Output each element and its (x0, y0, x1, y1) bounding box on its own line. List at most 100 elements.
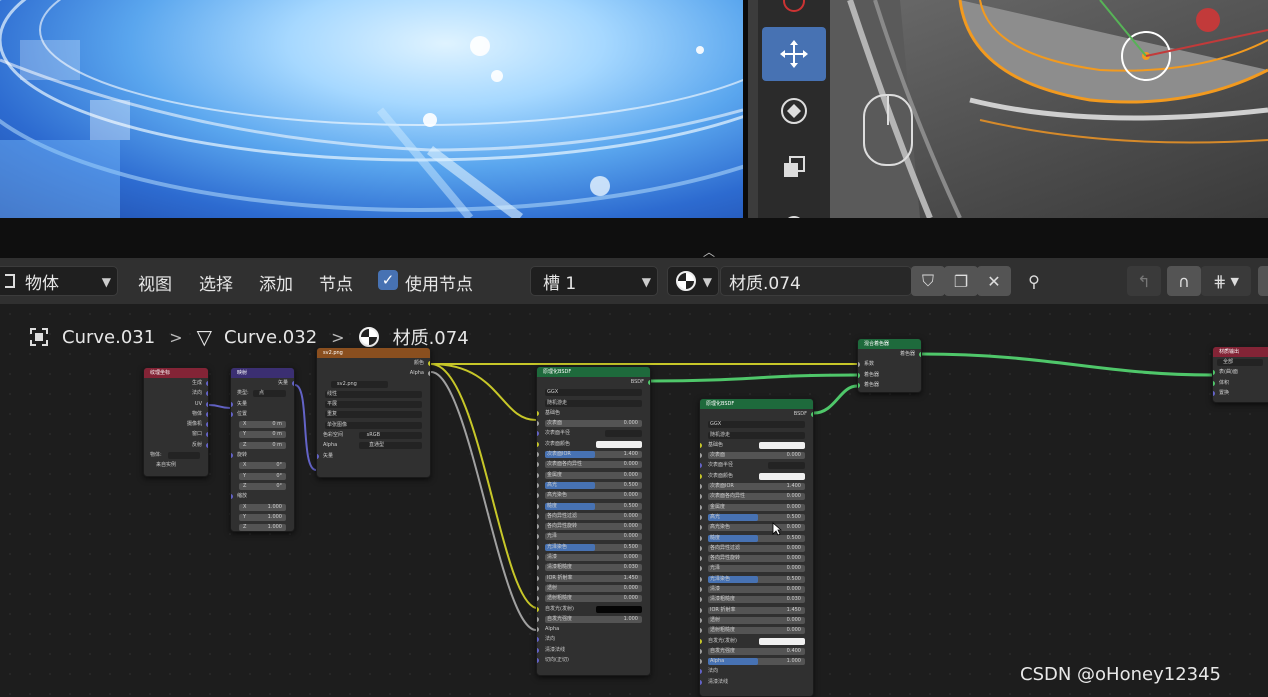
input-socket[interactable] (537, 472, 539, 478)
input-row[interactable]: 次表面各向异性 0.000 (537, 459, 650, 469)
input-socket[interactable] (700, 607, 702, 613)
input-socket[interactable] (700, 597, 702, 603)
snap-toggle-button[interactable]: ∩ (1167, 266, 1201, 296)
input-socket[interactable] (700, 556, 702, 562)
input-socket[interactable] (537, 565, 539, 571)
fake-user-button[interactable]: ⛉ (911, 266, 945, 296)
node-principled-bsdf-1[interactable]: 原理化BSDF BSDF GGX 随机游走 基础色 次表面 0.000 次表面半径 次表… (536, 366, 651, 676)
input-socket[interactable] (700, 638, 702, 644)
input-socket[interactable] (858, 382, 860, 388)
3d-viewport[interactable] (748, 0, 1268, 218)
input-row[interactable]: 各向异性旋转 0.000 (700, 553, 813, 563)
subsurface-method-select[interactable]: 随机游走 (700, 430, 813, 440)
menu-node[interactable]: 节点 (319, 270, 353, 295)
input-row[interactable]: 光泽染色 0.500 (537, 542, 650, 552)
input-socket[interactable] (700, 587, 702, 593)
input-socket[interactable] (537, 503, 539, 509)
snap-mode-select[interactable]: ⋕ ▼ (1201, 266, 1251, 296)
input-row[interactable]: 糙度 0.500 (537, 501, 650, 511)
output-socket[interactable] (206, 391, 208, 397)
input-socket[interactable] (537, 524, 539, 530)
chevron-up-icon[interactable]: ︿ (700, 243, 718, 259)
input-socket[interactable] (1213, 390, 1215, 396)
input-row[interactable]: 基础色 (700, 440, 813, 450)
material-name-field[interactable]: 材质.074 (720, 266, 912, 296)
node-image-texture[interactable]: sv2.png 颜色 Alpha sv2.png 线性 平展 重复 单张图像 色… (316, 347, 431, 478)
node-texture-coordinate[interactable]: 纹理坐标 生成 法向 UV 物体 摄像机 窗口 反射 物体: 来自实例 (143, 367, 209, 477)
input-socket[interactable] (700, 473, 702, 479)
parent-node-tree-button[interactable]: ↰ (1127, 266, 1161, 296)
distribution-select[interactable]: GGX (700, 419, 813, 429)
target-select[interactable]: 全部 (1213, 357, 1268, 367)
output-socket[interactable] (428, 361, 430, 366)
slot-select[interactable]: 槽 1 ▼ (530, 266, 658, 296)
input-socket[interactable] (537, 616, 539, 622)
input-row[interactable]: 次表面IOR 1.400 (700, 481, 813, 491)
value-field[interactable]: X 0° (231, 460, 294, 470)
color-swatch[interactable] (595, 605, 642, 613)
tool-transform[interactable] (762, 196, 826, 218)
alpha-mode-select[interactable]: Alpha 直通型 (317, 440, 430, 450)
input-socket[interactable] (700, 648, 702, 654)
input-socket[interactable] (537, 462, 539, 468)
input-row[interactable]: 高光 0.500 (700, 512, 813, 522)
tool-move[interactable] (762, 27, 826, 81)
tool-cursor[interactable] (762, 0, 826, 28)
duplicate-material-button[interactable]: ❐ (944, 266, 978, 296)
input-row[interactable]: 各向异性旋转 0.000 (537, 521, 650, 531)
input-socket[interactable] (537, 544, 539, 550)
output-socket[interactable] (206, 442, 208, 448)
input-row[interactable]: 高光染色 0.000 (537, 490, 650, 500)
input-socket[interactable] (700, 442, 702, 448)
input-row[interactable]: 光泽染色 0.500 (700, 574, 813, 584)
value-field[interactable]: Z 1.000 (231, 522, 294, 531)
from-instancer-checkbox[interactable]: 来自实例 (144, 460, 208, 470)
input-socket[interactable] (231, 494, 233, 500)
value-field[interactable]: Y 1.000 (231, 512, 294, 522)
input-row[interactable]: 清漆粗糙度 0.030 (537, 562, 650, 572)
input-socket[interactable] (537, 431, 539, 437)
node-principled-bsdf-2[interactable]: 原理化BSDF BSDF GGX 随机游走 基础色 次表面 0.000 次表面半径 次表… (699, 398, 814, 697)
output-socket[interactable] (206, 381, 208, 386)
input-row[interactable]: 自发光强度 0.400 (700, 646, 813, 656)
color-swatch[interactable] (758, 637, 805, 645)
input-socket[interactable] (700, 576, 702, 582)
input-row[interactable]: 清漆 0.000 (537, 552, 650, 562)
input-row[interactable]: Alpha 1.000 (700, 656, 813, 666)
input-socket[interactable] (700, 659, 702, 665)
input-socket[interactable] (231, 401, 233, 407)
node-title[interactable]: 材质输出 (1213, 347, 1268, 357)
input-socket[interactable] (537, 647, 539, 653)
output-socket[interactable] (206, 411, 208, 417)
input-row[interactable]: 光泽 0.000 (537, 531, 650, 541)
image-file-field[interactable]: sv2.png (317, 379, 430, 389)
color-swatch[interactable] (595, 440, 642, 448)
mode-select[interactable]: 物体 ▼ (0, 266, 118, 296)
input-socket[interactable] (537, 513, 539, 519)
input-socket[interactable] (537, 410, 539, 416)
pin-button[interactable]: ⚲ (1017, 266, 1051, 296)
input-socket[interactable] (858, 372, 860, 378)
value-field[interactable]: X 1.000 (231, 502, 294, 512)
output-socket[interactable] (648, 380, 650, 385)
output-socket[interactable] (206, 432, 208, 438)
input-socket[interactable] (537, 555, 539, 561)
input-row[interactable]: 次表面各向异性 0.000 (700, 491, 813, 501)
input-row[interactable]: 高光染色 0.000 (700, 522, 813, 532)
input-row[interactable]: 自发光强度 1.000 (537, 614, 650, 624)
menu-add[interactable]: 添加 (259, 270, 293, 295)
input-socket[interactable] (537, 637, 539, 643)
node-title[interactable]: 纹理坐标 (144, 368, 208, 378)
input-row[interactable]: 高光 0.500 (537, 480, 650, 490)
input-socket[interactable] (537, 627, 539, 633)
input-socket[interactable] (700, 545, 702, 551)
input-row[interactable]: 次表面 0.000 (537, 418, 650, 428)
node-mapping[interactable]: 映射 矢量 类型: 点 矢量 位置 X 0 m Y 0 m Z 0 m 旋转 X 0° Y… (230, 367, 295, 532)
input-socket[interactable] (537, 452, 539, 458)
input-socket[interactable] (700, 504, 702, 510)
input-row[interactable]: 次表面 0.000 (700, 450, 813, 460)
input-socket[interactable] (858, 362, 860, 368)
input-socket[interactable] (700, 628, 702, 634)
output-socket[interactable] (292, 381, 294, 386)
input-socket[interactable] (537, 606, 539, 612)
